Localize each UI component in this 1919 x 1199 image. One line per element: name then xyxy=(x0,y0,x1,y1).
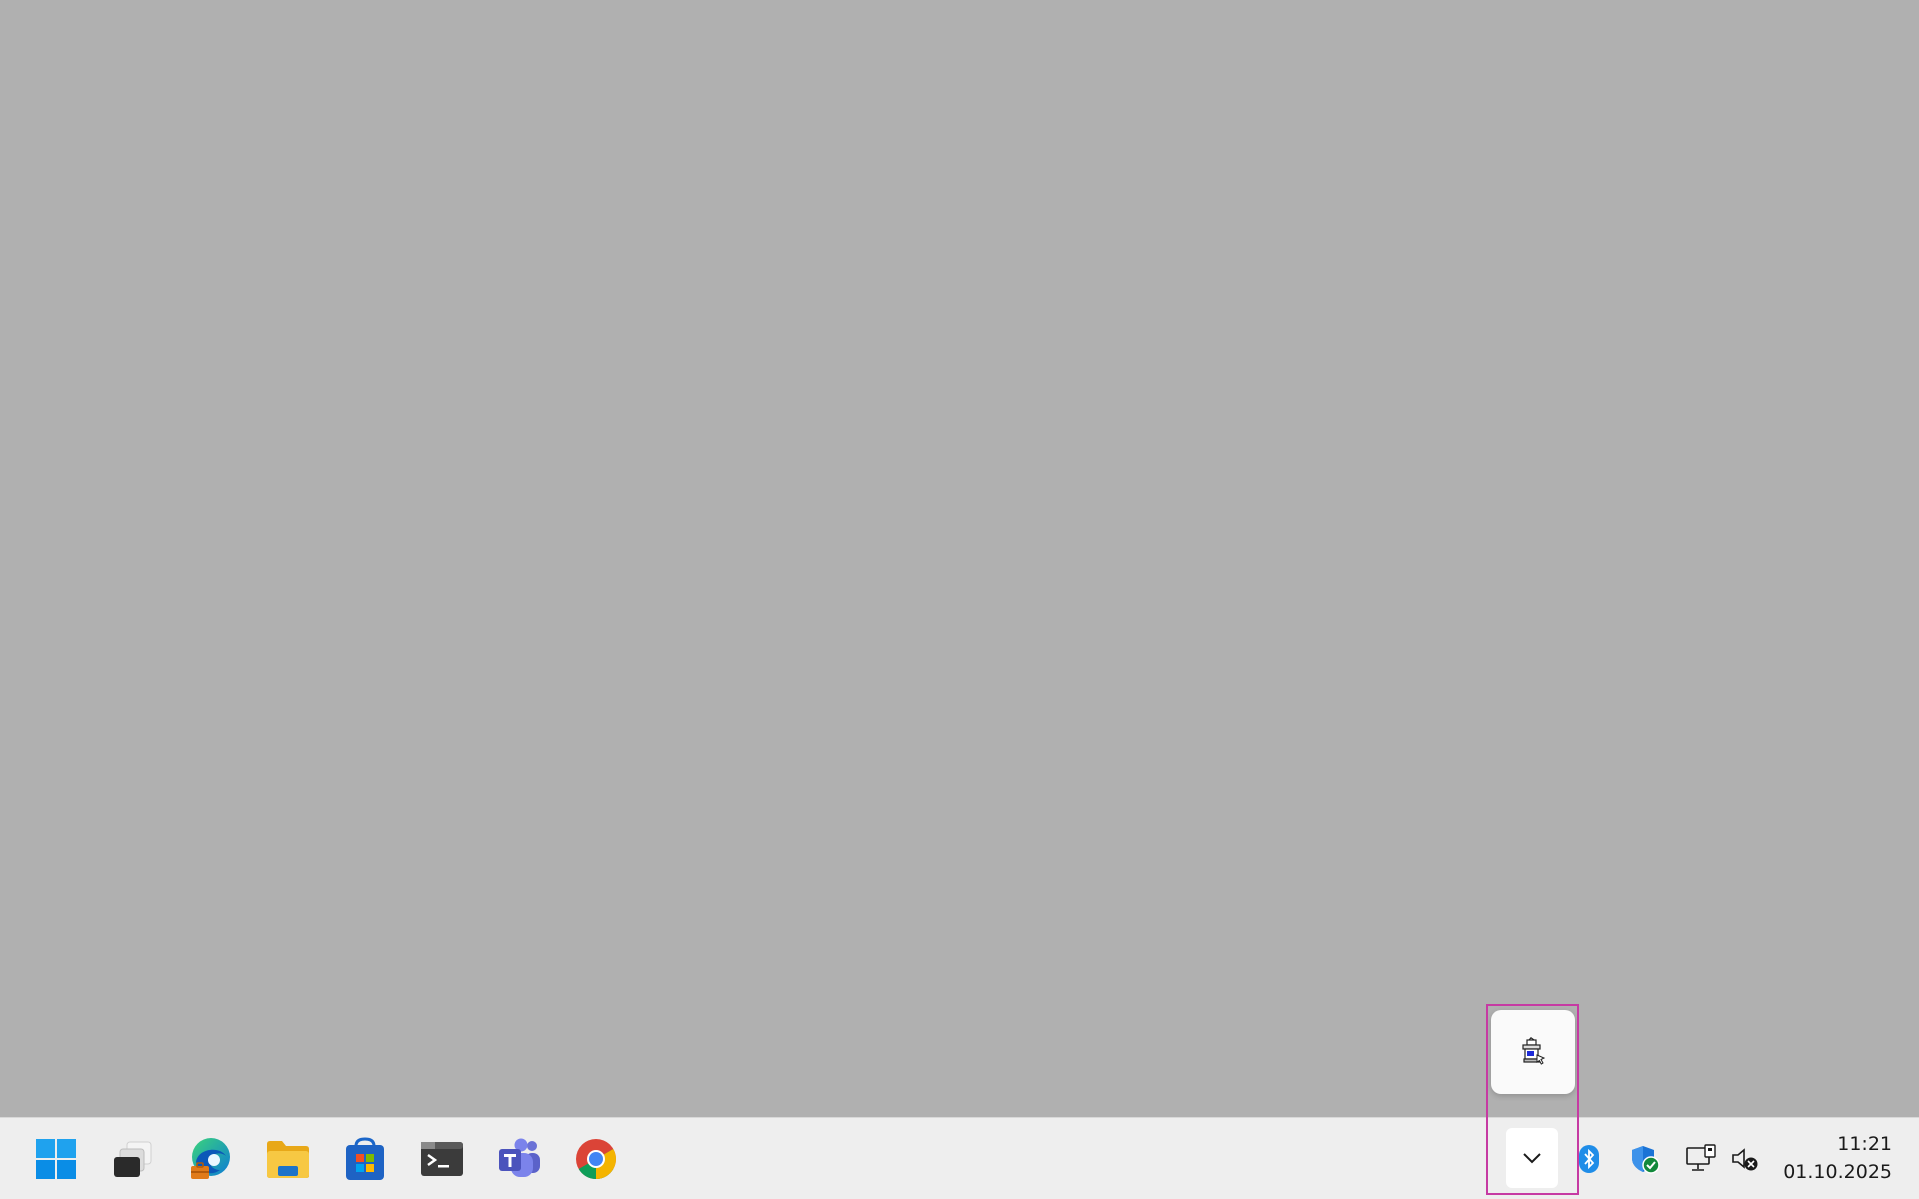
folder-icon xyxy=(265,1138,311,1180)
network-icon xyxy=(1685,1144,1717,1174)
start-button[interactable] xyxy=(26,1131,86,1187)
taskbar-app-chrome[interactable] xyxy=(566,1131,626,1187)
tray-bluetooth[interactable] xyxy=(1569,1139,1609,1179)
bluetooth-icon xyxy=(1578,1144,1600,1174)
clock-date: 01.10.2025 xyxy=(1783,1161,1892,1183)
taskbar: 11:21 01.10.2025 xyxy=(0,1117,1919,1199)
chrome-icon xyxy=(574,1137,618,1181)
edge-icon xyxy=(188,1136,234,1182)
printer-app-icon[interactable] xyxy=(1518,1037,1548,1067)
tray-network[interactable] xyxy=(1681,1139,1721,1179)
windows-security-icon xyxy=(1630,1144,1660,1174)
taskbar-app-edge[interactable] xyxy=(181,1131,241,1187)
tray-volume[interactable] xyxy=(1725,1139,1765,1179)
taskbar-app-terminal[interactable] xyxy=(412,1131,472,1187)
teams-icon xyxy=(496,1137,542,1181)
tray-overflow-button[interactable] xyxy=(1506,1128,1558,1188)
desktop xyxy=(0,0,1919,1117)
task-view-button[interactable] xyxy=(103,1131,163,1187)
tray-windows-security[interactable] xyxy=(1625,1139,1665,1179)
taskbar-clock[interactable]: 11:21 01.10.2025 xyxy=(1772,1130,1892,1186)
task-view-icon xyxy=(111,1137,155,1181)
store-icon xyxy=(343,1136,387,1182)
taskbar-app-file-explorer[interactable] xyxy=(258,1131,318,1187)
volume-muted-icon xyxy=(1730,1145,1760,1173)
windows-logo-icon xyxy=(35,1138,77,1180)
tray-overflow-popup xyxy=(1491,1010,1575,1094)
terminal-icon xyxy=(419,1139,465,1179)
taskbar-app-store[interactable] xyxy=(335,1131,395,1187)
taskbar-app-teams[interactable] xyxy=(489,1131,549,1187)
clock-time: 11:21 xyxy=(1837,1133,1892,1155)
chevron-down-icon xyxy=(1522,1152,1542,1164)
